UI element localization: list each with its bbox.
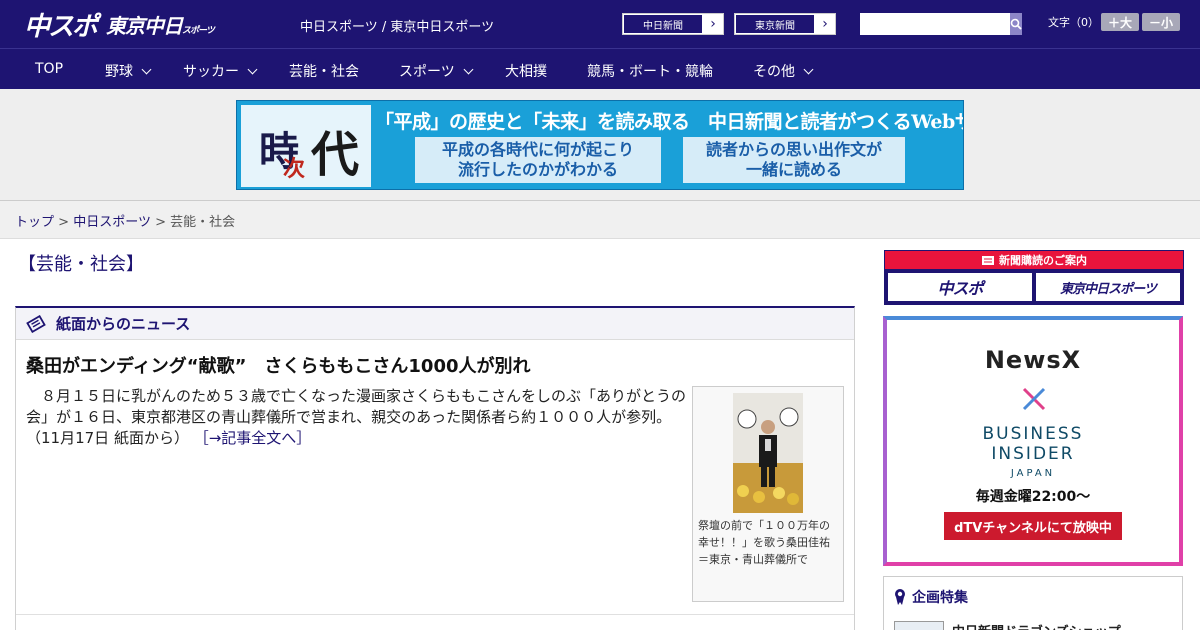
banner-box-text: 平成の各時代に何が起こり <box>441 140 634 159</box>
search-icon <box>1010 18 1022 30</box>
divider <box>16 614 854 615</box>
newsx-ad[interactable]: NewsX BUSINESS INSIDER JAPAN 毎週金曜22:00〜 … <box>883 316 1183 566</box>
article-summary: ８月１５日に乳がんのため５３歳で亡くなった漫画家さくらももこさんをしのぶ「ありが… <box>26 386 686 449</box>
banner-box-text: 読者からの思い出作文が <box>705 140 882 159</box>
chevron-down-icon <box>141 64 152 74</box>
banner-box-text: 一緒に読める <box>745 160 842 179</box>
tokyo-shimbun-button[interactable]: 東京新聞 › <box>734 13 836 35</box>
banner-kanji: 代 <box>311 127 360 183</box>
nav-item-racing[interactable]: 競馬・ボート・競輪 <box>587 61 713 81</box>
article-photo-box: 祭壇の前で「１００万年の幸せ！！」を歌う桑田佳祐＝東京・青山葬儀所で <box>692 386 844 602</box>
breadcrumb-current: 芸能・社会 <box>170 215 236 230</box>
chevron-down-icon <box>247 64 258 74</box>
chevron-down-icon <box>803 64 814 74</box>
header-bar: 中スポ 東京中日スポーツ 中日スポーツ / 東京中日スポーツ 中日新聞 › 東京… <box>0 0 1200 48</box>
subscription-header: 新聞購読のご案内 <box>885 251 1183 269</box>
ad-bi-line: INSIDER <box>991 444 1075 464</box>
nav-item-baseball[interactable]: 野球 <box>105 61 152 81</box>
chevron-right-icon: › <box>815 14 835 34</box>
chunichi-shimbun-label: 中日新聞 <box>623 14 703 34</box>
banner-logo: 時 次 代 <box>241 105 371 187</box>
ad-business-insider-logo: BUSINESS INSIDER JAPAN <box>887 424 1179 484</box>
breadcrumb-section[interactable]: 中日スポーツ <box>73 215 151 230</box>
breadcrumb-sep: > <box>155 215 166 230</box>
cross-icon <box>1022 387 1046 411</box>
feature-title: 企画特集 <box>912 590 968 606</box>
chunichi-shimbun-button[interactable]: 中日新聞 › <box>622 13 724 35</box>
nav-label: 競馬・ボート・競輪 <box>587 64 713 80</box>
logo-chuspo[interactable]: 中スポ <box>24 6 98 43</box>
ribbon-icon <box>895 589 905 605</box>
nav-item-entertainment[interactable]: 芸能・社会 <box>289 61 359 81</box>
news-box-title: 紙面からのニュース <box>56 315 191 333</box>
feature-box: 企画特集 中日新聞ドラゴンズショップ <box>883 576 1183 630</box>
nav-label: 野球 <box>105 64 133 80</box>
article-headline[interactable]: 桑田がエンディング“献歌” さくらももこさん1000人が別れ <box>26 352 531 378</box>
banner-area: 時 次 代 「平成」の歴史と「未来」を読み取る 中日新聞と読者がつくるWebサイ… <box>0 89 1200 201</box>
subscribe-chuspo-button[interactable]: 中スポ <box>888 273 1032 301</box>
nav-label: TOP <box>35 61 64 77</box>
logo-tokyo-chunichi[interactable]: 東京中日スポーツ <box>106 10 215 39</box>
photo-caption: 祭壇の前で「１００万年の幸せ！！」を歌う桑田佳祐＝東京・青山葬儀所で <box>698 519 830 566</box>
newspaper-icon <box>982 255 994 265</box>
search-input[interactable] <box>860 13 1010 35</box>
nav-label: スポーツ <box>399 64 455 80</box>
font-size-label: 文字（0） <box>1048 16 1099 29</box>
tokyo-shimbun-label: 東京新聞 <box>735 14 815 34</box>
nav-label: サッカー <box>183 64 239 80</box>
subscribe-tokyo-chunichi-button[interactable]: 東京中日スポーツ <box>1036 273 1180 301</box>
nav-item-sumo[interactable]: 大相撲 <box>505 61 547 81</box>
jidai-banner[interactable]: 時 次 代 「平成」の歴史と「未来」を読み取る 中日新聞と読者がつくるWebサイ… <box>236 100 964 190</box>
font-increase-button[interactable]: ＋大 <box>1101 13 1139 31</box>
main-nav: TOP 野球 サッカー 芸能・社会 スポーツ 大相撲 競馬・ボート・競輪 その他 <box>0 48 1200 89</box>
breadcrumb: トップ > 中日スポーツ > 芸能・社会 <box>15 211 235 230</box>
newspaper-icon <box>26 314 46 333</box>
font-decrease-button[interactable]: －小 <box>1142 13 1180 31</box>
feature-header: 企画特集 <box>894 587 968 607</box>
banner-box-text: 流行したのかがわかる <box>457 160 618 179</box>
breadcrumb-home[interactable]: トップ <box>15 215 54 230</box>
nav-label: その他 <box>753 64 795 80</box>
banner-box-left: 平成の各時代に何が起こり 流行したのかがわかる <box>415 137 661 183</box>
feature-item-label: 中日新聞ドラゴンズショップ <box>952 621 1121 630</box>
subscription-buttons: 中スポ 東京中日スポーツ <box>888 273 1180 301</box>
article-body: ８月１５日に乳がんのため５３歳で亡くなった漫画家さくらももこさんをしのぶ「ありが… <box>26 387 687 447</box>
read-more-link[interactable]: ［→記事全文へ］ <box>194 429 312 447</box>
site-logo[interactable]: 中スポ 東京中日スポーツ <box>24 6 215 43</box>
chevron-right-icon: › <box>703 14 723 34</box>
nav-label: 大相撲 <box>505 64 547 80</box>
nav-item-soccer[interactable]: サッカー <box>183 61 258 81</box>
subscription-title: 新聞購読のご案内 <box>999 254 1087 267</box>
news-box: 紙面からのニュース 桑田がエンディング“献歌” さくらももこさん1000人が別れ… <box>15 306 855 630</box>
banner-kanji: 次 <box>283 156 306 182</box>
article-photo[interactable] <box>733 393 803 513</box>
ad-newsx-logo: NewsX <box>984 346 1082 374</box>
breadcrumb-sep: > <box>58 215 70 230</box>
ad-bi-line: BUSINESS <box>982 424 1084 444</box>
ad-bi-japan: JAPAN <box>1010 468 1056 479</box>
banner-headline: 「平成」の歴史と「未来」を読み取る 中日新聞と読者がつくるWebサイト <box>375 111 964 133</box>
nav-item-sports[interactable]: スポーツ <box>399 61 474 81</box>
news-box-header: 紙面からのニュース <box>16 308 854 340</box>
nav-item-top[interactable]: TOP <box>35 61 63 77</box>
search-form <box>860 13 1022 35</box>
ad-cta-button[interactable]: dTVチャンネルにて放映中 <box>944 512 1122 540</box>
banner-box-right: 読者からの思い出作文が 一緒に読める <box>683 137 905 183</box>
nav-item-other[interactable]: その他 <box>753 61 814 81</box>
site-title[interactable]: 中日スポーツ / 東京中日スポーツ <box>300 16 494 35</box>
nav-label: 芸能・社会 <box>289 64 359 80</box>
chevron-down-icon <box>463 64 474 74</box>
feature-thumbnail <box>894 621 944 630</box>
subscription-box: 新聞購読のご案内 中スポ 東京中日スポーツ <box>884 250 1184 305</box>
category-title: 【芸能・社会】 <box>18 254 144 275</box>
ad-schedule: 毎週金曜22:00〜 <box>975 489 1091 505</box>
feature-item[interactable]: 中日新聞ドラゴンズショップ <box>894 621 1121 630</box>
search-button[interactable] <box>1010 13 1022 35</box>
